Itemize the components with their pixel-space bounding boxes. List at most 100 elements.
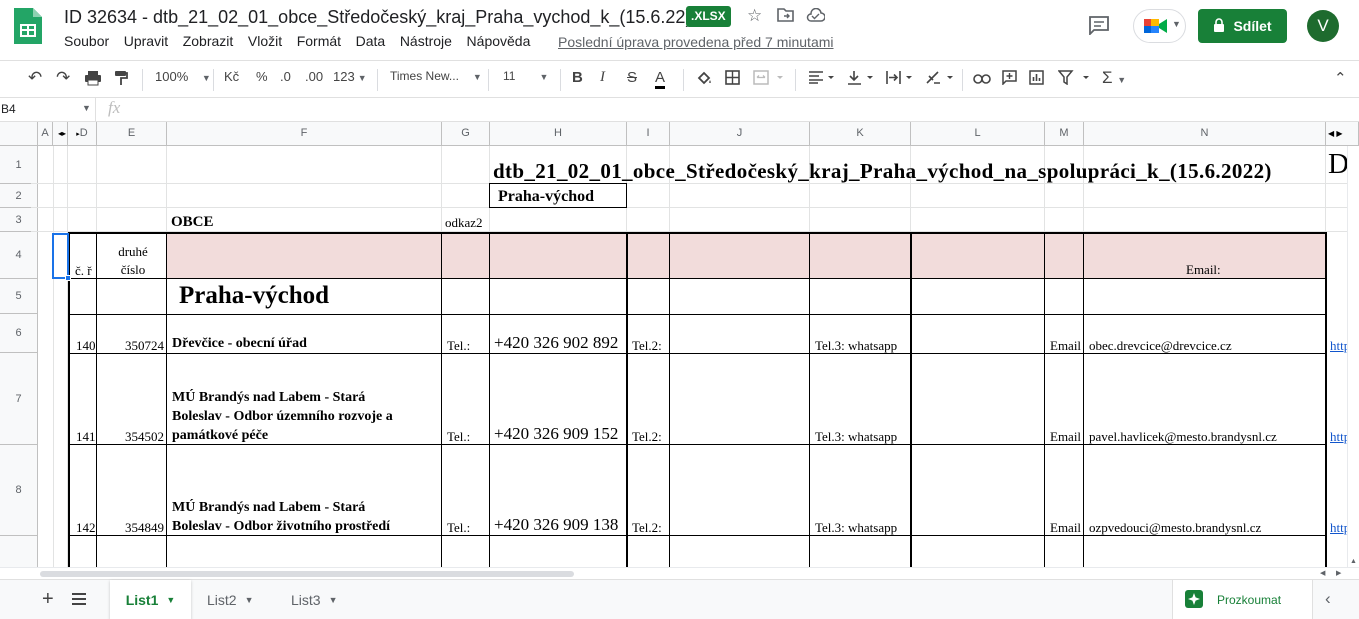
document-title[interactable]: ID 32634 - dtb_21_02_01_obce_Středočeský… xyxy=(64,7,691,28)
comments-icon[interactable] xyxy=(1088,15,1110,40)
font-family-select[interactable]: Times New... ▼ xyxy=(390,69,482,83)
merge-cells-icon[interactable] xyxy=(753,70,783,88)
row6-id[interactable]: 350724 xyxy=(99,338,164,354)
row8-email[interactable]: ozpvedouci@mesto.brandysnl.cz xyxy=(1089,520,1261,536)
title-overflow-cell[interactable]: D xyxy=(1328,148,1349,181)
menu-format[interactable]: Formát xyxy=(297,33,341,49)
row8-tel-label[interactable]: Tel.: xyxy=(447,520,470,536)
tab-list3[interactable]: List3 ▼ xyxy=(291,580,338,619)
formula-input[interactable] xyxy=(134,98,1359,121)
col-header-n[interactable]: N xyxy=(1084,122,1326,146)
row8-number[interactable]: 142 xyxy=(76,520,96,536)
col-header-e[interactable]: E xyxy=(97,122,167,146)
row6-tel2-label[interactable]: Tel.2: xyxy=(632,338,662,354)
menu-data[interactable]: Data xyxy=(356,33,386,49)
row7-email-label[interactable]: Email xyxy=(1050,429,1083,445)
row-header-8[interactable]: 8 xyxy=(0,445,38,536)
filter-icon[interactable] xyxy=(1057,70,1090,88)
row6-name[interactable]: Dřevčice - obecní úřad xyxy=(172,336,307,352)
menu-upravit[interactable]: Upravit xyxy=(124,33,168,49)
row8-email-label[interactable]: Email xyxy=(1050,520,1083,536)
vertical-align-icon[interactable] xyxy=(847,70,875,88)
row7-id[interactable]: 354502 xyxy=(99,429,164,445)
all-sheets-icon[interactable] xyxy=(72,592,86,610)
horizontal-scrollbar[interactable]: ◀ ▶ xyxy=(0,567,1359,579)
currency-format-button[interactable]: Kč xyxy=(224,69,239,84)
col-header-h[interactable]: H xyxy=(490,122,627,146)
odkaz-heading[interactable]: odkaz2 xyxy=(445,215,489,231)
row6-email[interactable]: obec.drevcice@drevcice.cz xyxy=(1089,338,1232,354)
horizontal-scroll-thumb[interactable] xyxy=(40,571,574,577)
font-size-select[interactable]: 11 ▼ xyxy=(503,69,548,83)
meet-button[interactable]: ▼ xyxy=(1133,9,1186,43)
paint-format-icon[interactable] xyxy=(114,70,128,89)
cislo-radku-heading[interactable]: č. ř xyxy=(75,263,97,279)
row6-tel-label[interactable]: Tel.: xyxy=(447,338,470,354)
row6-number[interactable]: 140 xyxy=(76,338,96,354)
tab-list2[interactable]: List2 ▼ xyxy=(207,580,254,619)
redo-icon[interactable]: ↷ xyxy=(56,68,70,88)
row7-number[interactable]: 141 xyxy=(76,429,96,445)
decrease-decimal-button[interactable]: .0 xyxy=(280,69,291,84)
praha-vychod-section-title[interactable]: Praha-východ xyxy=(179,282,329,310)
row8-name[interactable]: MÚ Brandýs nad Labem - Stará Boleslav - … xyxy=(172,498,390,536)
menu-zobrazit[interactable]: Zobrazit xyxy=(183,33,234,49)
scroll-left-icon[interactable]: ◀ xyxy=(1320,569,1325,577)
fill-handle[interactable] xyxy=(65,275,71,281)
sheet-title-cell[interactable]: dtb_21_02_01_obce_Středočeský_kraj_Praha… xyxy=(493,159,1325,184)
explore-button[interactable]: Prozkoumat xyxy=(1172,580,1313,619)
row7-phone[interactable]: +420 326 909 152 xyxy=(494,424,626,444)
row-header-4[interactable]: 4 xyxy=(0,232,38,279)
menu-vlozit[interactable]: Vložit xyxy=(248,33,282,49)
obce-heading[interactable]: OBCE xyxy=(171,214,214,231)
col-header-f[interactable]: F xyxy=(167,122,442,146)
star-icon[interactable]: ☆ xyxy=(747,6,762,26)
name-box[interactable]: B4 ▼ xyxy=(0,98,96,121)
align-left-icon[interactable] xyxy=(808,70,836,87)
collapse-toolbar-icon[interactable]: ⌃ xyxy=(1334,69,1347,87)
cloud-status-icon[interactable] xyxy=(806,7,826,27)
tab-list1[interactable]: List1 ▼ xyxy=(110,580,191,619)
row-header-5[interactable]: 5 xyxy=(0,279,38,314)
row-header-6[interactable]: 6 xyxy=(0,314,38,353)
row-header-7[interactable]: 7 xyxy=(0,353,38,445)
undo-icon[interactable]: ↶ xyxy=(28,68,42,88)
col-header-k[interactable]: K xyxy=(810,122,911,146)
insert-link-icon[interactable] xyxy=(973,71,991,87)
email-heading[interactable]: Email: xyxy=(1186,262,1221,278)
row8-tel3-label[interactable]: Tel.3: whatsapp xyxy=(815,520,910,536)
menu-soubor[interactable]: Soubor xyxy=(64,33,109,49)
col-header-a[interactable]: A xyxy=(38,122,53,146)
row7-tel-label[interactable]: Tel.: xyxy=(447,429,470,445)
row7-tel2-label[interactable]: Tel.2: xyxy=(632,429,662,445)
row6-email-label[interactable]: Email xyxy=(1050,338,1083,354)
collapse-side-panel-icon[interactable]: ‹ xyxy=(1325,589,1331,609)
row7-name[interactable]: MÚ Brandýs nad Labem - Stará Boleslav - … xyxy=(172,388,393,445)
sheets-logo-icon[interactable] xyxy=(12,6,44,46)
vertical-scrollbar[interactable]: ▲ ▼ xyxy=(1347,146,1359,572)
druhe-cislo-heading[interactable]: druhé číslo xyxy=(112,243,154,279)
move-folder-icon[interactable] xyxy=(777,8,794,27)
row-header-3[interactable]: 3 xyxy=(0,208,38,232)
col-header-m[interactable]: M xyxy=(1045,122,1084,146)
row6-phone[interactable]: +420 326 902 892 xyxy=(494,333,626,353)
strikethrough-icon[interactable]: S xyxy=(627,69,637,86)
text-color-icon[interactable]: A xyxy=(655,69,666,89)
share-button[interactable]: Sdílet xyxy=(1198,9,1287,43)
percent-format-button[interactable]: % xyxy=(256,69,268,84)
text-wrap-icon[interactable] xyxy=(886,70,914,88)
row8-phone[interactable]: +420 326 909 138 xyxy=(494,515,626,535)
col-header-g[interactable]: G xyxy=(442,122,490,146)
last-edit-link[interactable]: Poslední úprava provedena před 7 minutam… xyxy=(558,34,834,50)
zoom-select[interactable]: 100% ▼ xyxy=(155,69,211,84)
more-formats-select[interactable]: 123 ▼ xyxy=(333,69,367,84)
row8-id[interactable]: 354849 xyxy=(99,520,164,536)
row-header-1[interactable]: 1 xyxy=(0,146,38,184)
italic-icon[interactable]: I xyxy=(600,69,605,86)
increase-decimal-button[interactable]: .00 xyxy=(305,69,323,84)
insert-chart-icon[interactable] xyxy=(1029,70,1044,88)
borders-icon[interactable] xyxy=(725,70,740,88)
row7-tel3-label[interactable]: Tel.3: whatsapp xyxy=(815,429,910,445)
select-all-corner[interactable] xyxy=(0,122,38,146)
col-header-d[interactable]: ▸D xyxy=(68,122,97,146)
